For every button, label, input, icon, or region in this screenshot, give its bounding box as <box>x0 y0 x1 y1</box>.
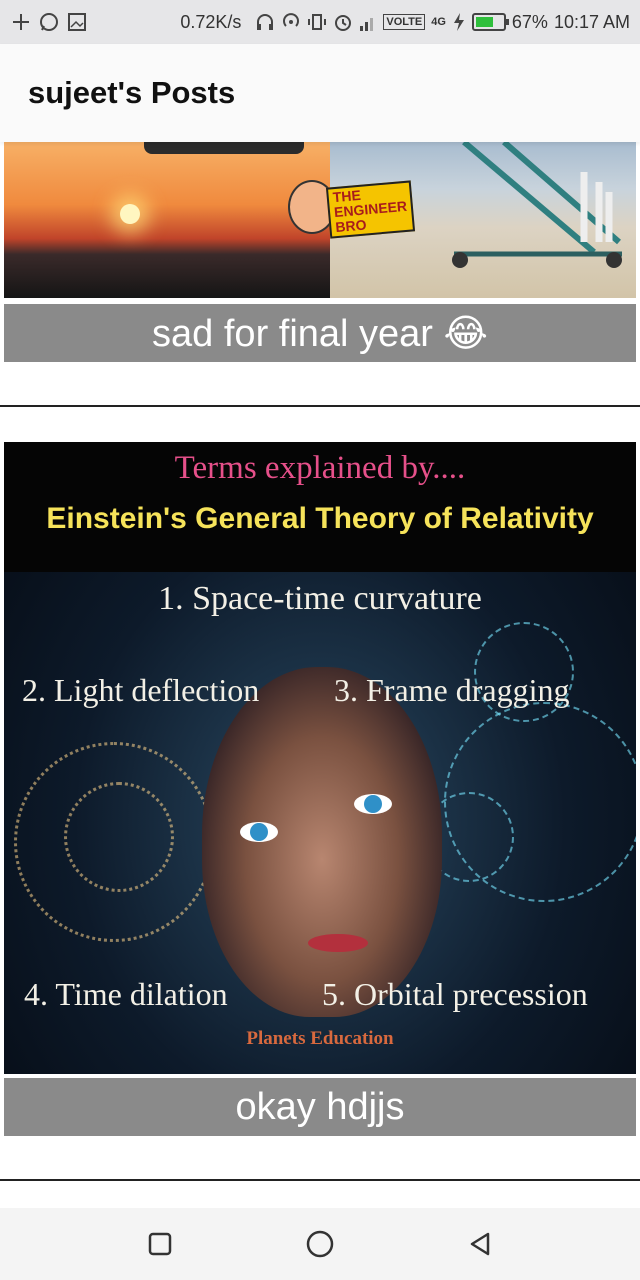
alarm-icon <box>333 12 353 32</box>
volte-badge: VOLTE <box>383 14 426 30</box>
battery-level <box>475 17 494 27</box>
left-eye <box>240 822 278 842</box>
clock: 10:17 AM <box>553 11 630 32</box>
post-card[interactable]: THE ENGINEER BRO sad for final year 😂 <box>0 142 640 408</box>
term-4: 4. Time dilation <box>24 976 228 1012</box>
recents-button[interactable] <box>130 1214 190 1274</box>
post-caption: okay hdjjs <box>4 1078 636 1136</box>
home-circle-icon <box>306 1230 334 1258</box>
boarding-stairs <box>452 142 622 268</box>
page-title: sujeet's Posts <box>28 75 236 110</box>
status-left-icons <box>10 11 150 33</box>
app-header: sujeet's Posts <box>0 44 640 142</box>
posts-feed[interactable]: THE ENGINEER BRO sad for final year 😂 Te… <box>0 142 640 1208</box>
back-button[interactable] <box>450 1214 510 1274</box>
sunset-image <box>4 142 330 298</box>
post-divider <box>0 1179 640 1181</box>
woman-face <box>202 667 442 1017</box>
image-credit: Planets Education <box>246 1028 394 1049</box>
battery-icon <box>471 13 509 31</box>
post-card[interactable]: Terms explained by.... Einstein's Genera… <box>0 442 640 1142</box>
recents-square-icon <box>148 1232 172 1256</box>
hotspot-icon <box>281 12 301 32</box>
system-navigation-bar <box>0 1208 640 1280</box>
right-eye <box>354 794 392 814</box>
home-button[interactable] <box>290 1214 350 1274</box>
term-2: 2. Light deflection <box>22 672 260 708</box>
gallery-icon <box>66 11 88 33</box>
headphones-icon <box>255 12 275 32</box>
post-divider <box>0 405 640 407</box>
lips <box>308 934 368 952</box>
back-triangle-icon <box>470 1232 490 1256</box>
network-speed: 0.72K/s <box>180 11 242 32</box>
post-image[interactable]: THE ENGINEER BRO <box>4 142 636 298</box>
sun <box>120 204 140 224</box>
status-right: 0.72K/s VOLTE 4G 67% 10:17 AM <box>180 12 630 33</box>
image-heading: Terms explained by.... <box>174 450 466 486</box>
battery-percent: 67% <box>511 11 548 32</box>
image-subheading: Einstein's General Theory of Relativity <box>46 502 594 535</box>
term-1: 1. Space-time curvature <box>158 580 482 617</box>
clock-gear-decoration <box>64 782 174 892</box>
whatsapp-icon <box>38 11 60 33</box>
term-3: 3. Frame dragging <box>334 672 570 708</box>
engineer-bro-logo: THE ENGINEER BRO <box>288 180 416 242</box>
term-5: 5. Orbital precession <box>322 976 588 1012</box>
vibrate-icon <box>307 12 327 32</box>
post-caption: sad for final year 😂 <box>4 304 636 362</box>
post-image[interactable]: Terms explained by.... Einstein's Genera… <box>4 442 636 1074</box>
airplane-silhouette <box>144 142 304 154</box>
charging-icon <box>452 12 466 32</box>
status-bar: 0.72K/s VOLTE 4G 67% 10:17 AM <box>0 0 640 44</box>
signal-icon <box>359 12 377 32</box>
plus-icon <box>10 11 32 33</box>
network-type: 4G <box>431 16 446 28</box>
logo-text: THE ENGINEER BRO <box>325 180 416 239</box>
